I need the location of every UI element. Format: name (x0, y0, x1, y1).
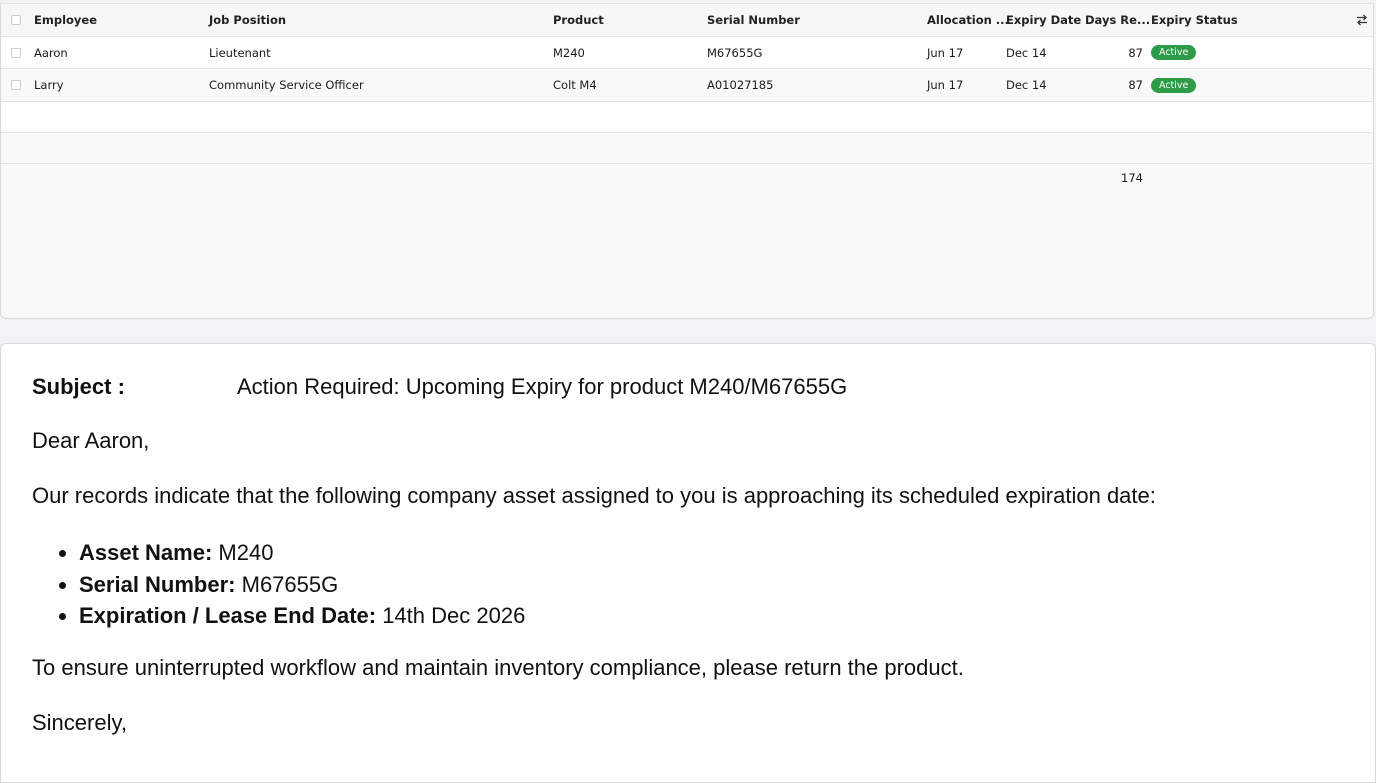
cell-expiry-status: Active (1151, 37, 1197, 68)
row-checkbox[interactable] (11, 80, 21, 90)
email-closing: To ensure uninterrupted workflow and mai… (32, 655, 964, 680)
cell-job-position: Community Service Officer (209, 78, 364, 92)
list-item: Serial Number: M67655G (79, 569, 525, 601)
cell-allocation: Jun 17 (927, 78, 964, 92)
list-item: Asset Name: M240 (79, 537, 525, 569)
empty-row (1, 133, 1373, 164)
detail-label: Asset Name: (79, 540, 213, 565)
cell-expiry-date: Dec 14 (1006, 45, 1047, 60)
detail-value: 14th Dec 2026 (376, 603, 526, 628)
column-header-serial-number[interactable]: Serial Number (707, 4, 800, 36)
cell-product: Colt M4 (553, 78, 597, 92)
email-greeting: Dear Aaron, (32, 428, 150, 453)
email-subject: Subject : Action Required: Upcoming Expir… (32, 374, 847, 400)
days-remaining-total: 174 (1121, 171, 1143, 185)
email-signoff: Sincerely, (32, 710, 127, 735)
status-badge: Active (1151, 45, 1197, 60)
column-header-product[interactable]: Product (553, 4, 604, 36)
cell-expiry-status: Active (1151, 69, 1197, 101)
cell-serial-number: M67655G (707, 45, 763, 60)
cell-expiry-date: Dec 14 (1006, 78, 1047, 92)
column-header-job-position[interactable]: Job Position (209, 4, 286, 36)
table-row[interactable]: Aaron Lieutenant M240 M67655G Jun 17 Dec… (1, 37, 1373, 69)
row-checkbox[interactable] (11, 47, 21, 58)
asset-details-list: Asset Name: M240 Serial Number: M67655G … (32, 537, 525, 632)
detail-value: M67655G (235, 571, 339, 597)
detail-label: Expiration / Lease End Date: (79, 603, 377, 628)
cell-employee: Aaron (34, 45, 68, 60)
subject-label: Subject : (32, 374, 125, 399)
cell-allocation: Jun 17 (927, 45, 964, 60)
allocation-table: Employee Job Position Product Serial Num… (0, 3, 1374, 319)
table-header: Employee Job Position Product Serial Num… (1, 4, 1373, 37)
cell-job-position: Lieutenant (209, 45, 271, 60)
column-header-expiry-date[interactable]: Expiry Date (1006, 4, 1081, 36)
column-header-employee[interactable]: Employee (34, 4, 97, 36)
email-intro: Our records indicate that the following … (32, 483, 1156, 508)
status-badge: Active (1151, 77, 1197, 93)
detail-label: Serial Number: (79, 571, 236, 597)
table-row[interactable]: Larry Community Service Officer Colt M4 … (1, 69, 1373, 102)
list-item: Expiration / Lease End Date: 14th Dec 20… (79, 600, 525, 632)
cell-days-remaining: 87 (1128, 78, 1143, 92)
cell-days-remaining: 87 (1128, 45, 1143, 60)
select-all-checkbox[interactable] (11, 15, 21, 25)
detail-value: M240 (212, 540, 274, 565)
empty-row (1, 102, 1373, 133)
column-header-expiry-status[interactable]: Expiry Status (1151, 4, 1238, 36)
column-header-days-remaining[interactable]: Days Re... (1085, 4, 1150, 36)
email-preview: Subject : Action Required: Upcoming Expir… (0, 343, 1376, 783)
column-header-allocation[interactable]: Allocation ... (927, 4, 1009, 36)
subject-text: Action Required: Upcoming Expiry for pro… (237, 374, 848, 399)
cell-employee: Larry (34, 78, 64, 92)
cell-serial-number: A01027185 (707, 78, 774, 92)
swap-arrows-icon[interactable] (1355, 13, 1369, 27)
cell-product: M240 (553, 45, 585, 60)
